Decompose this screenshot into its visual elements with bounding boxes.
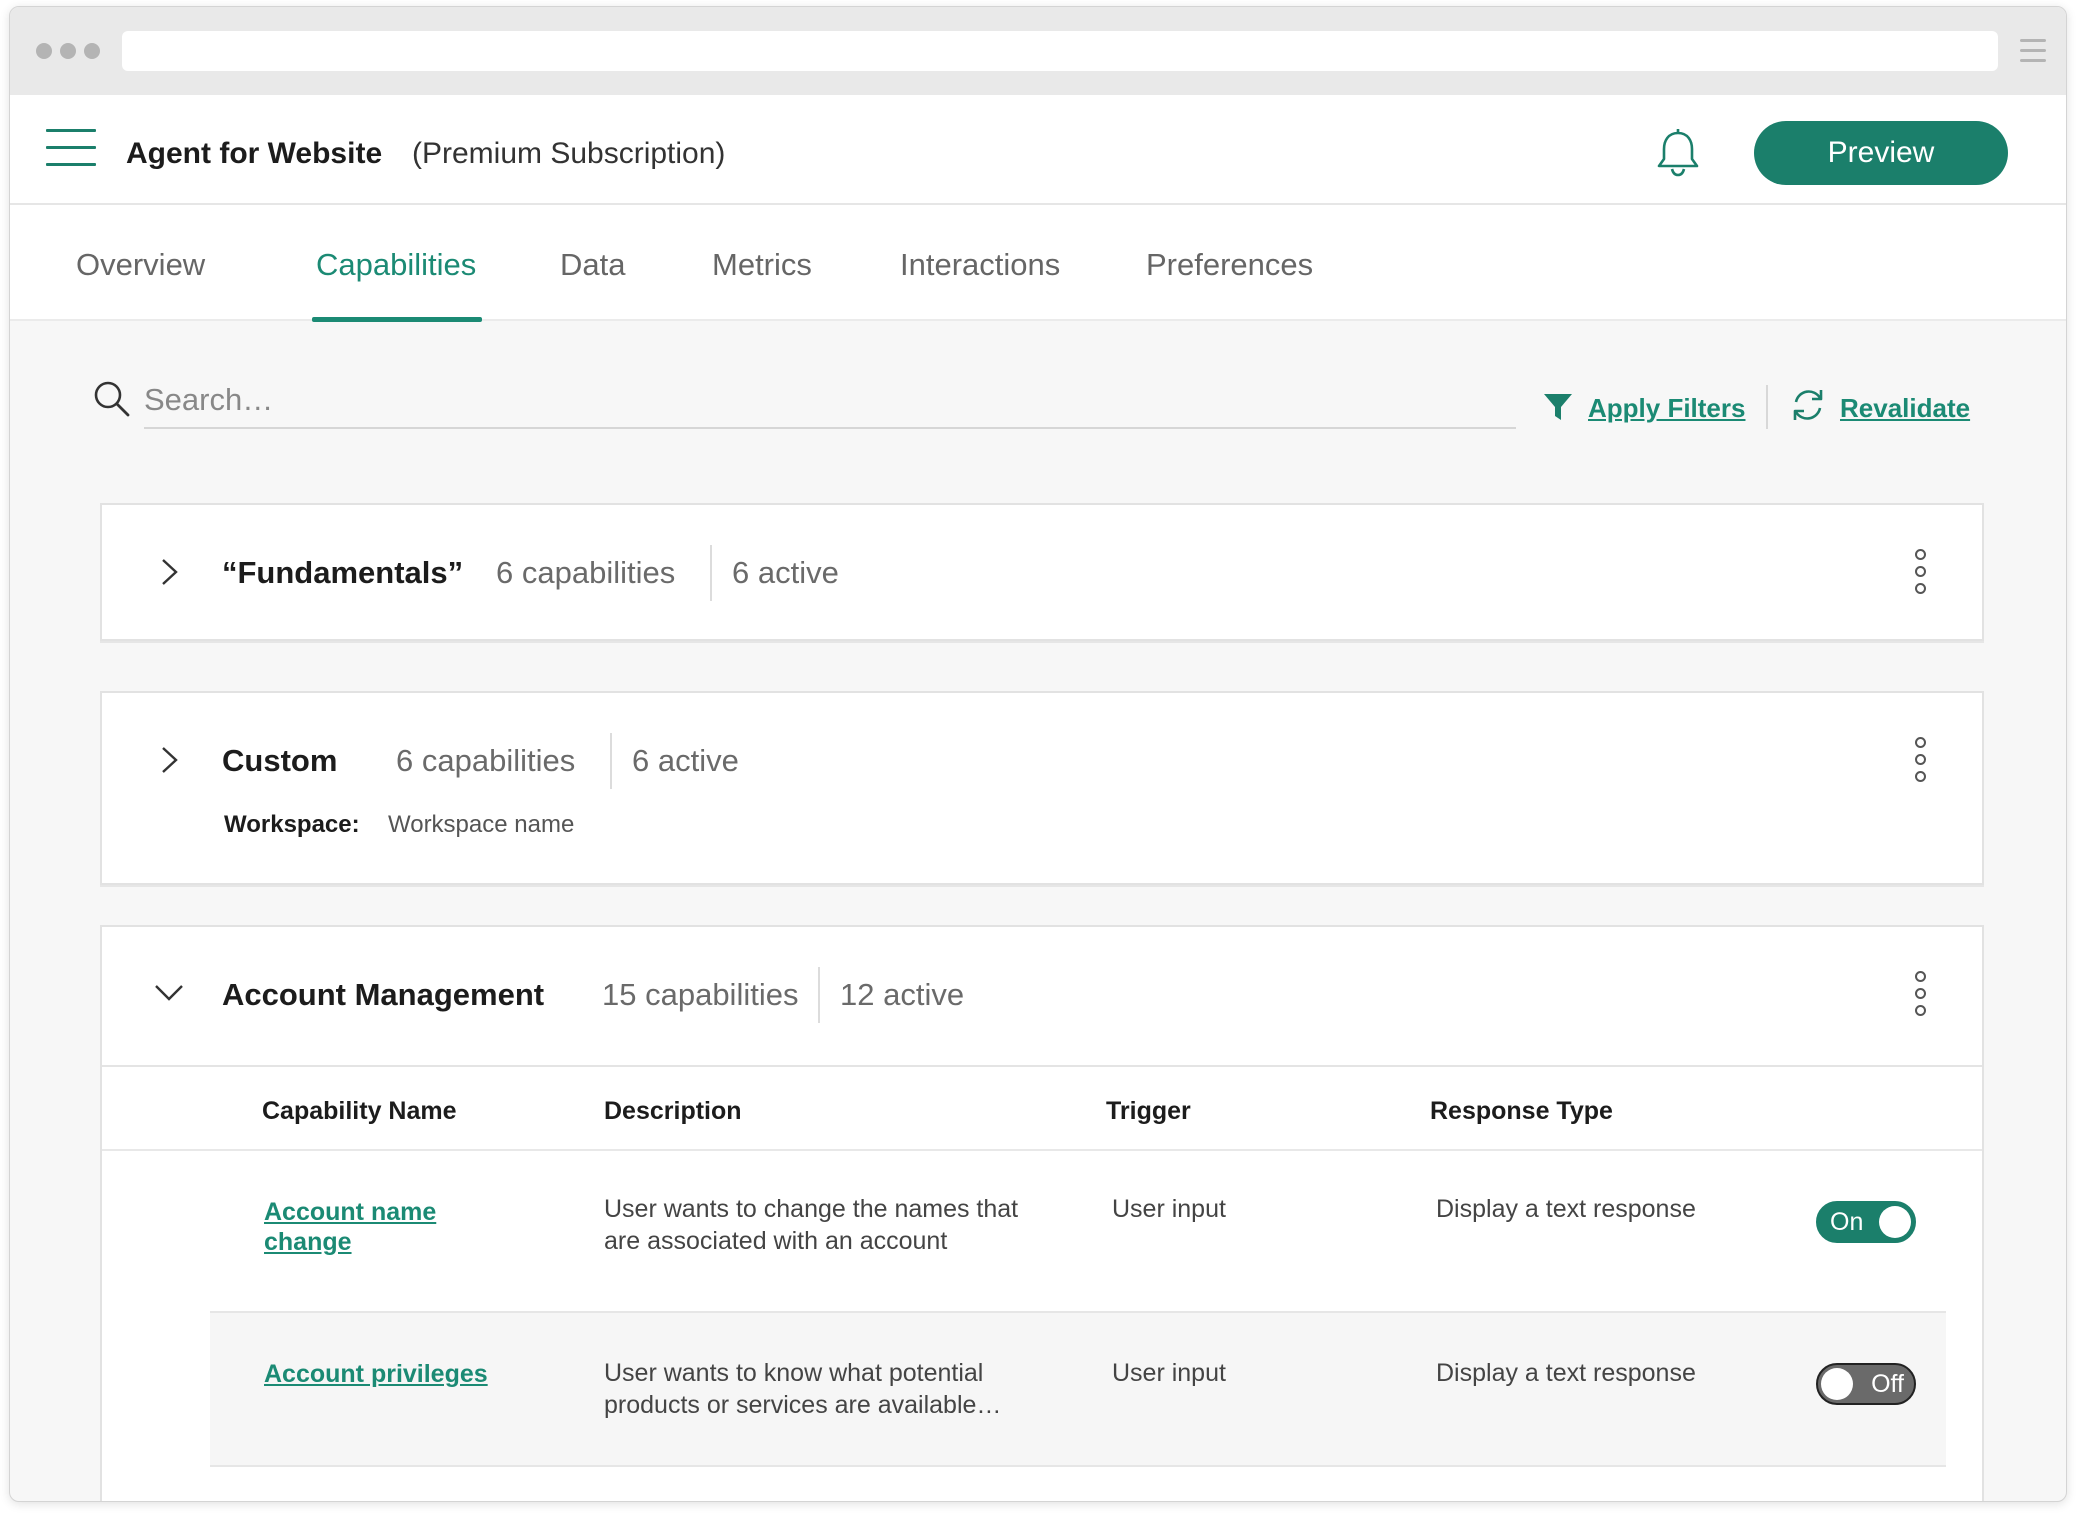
toggle-label: Off — [1871, 1370, 1904, 1398]
filter-icon[interactable] — [1542, 391, 1574, 423]
divider — [710, 545, 712, 601]
app-subtitle: (Premium Subscription) — [412, 137, 726, 170]
table-row: Account name change User wants to change… — [210, 1153, 1946, 1309]
tab-capabilities[interactable]: Capabilities — [316, 247, 476, 283]
tab-overview[interactable]: Overview — [76, 247, 205, 283]
tab-preferences[interactable]: Preferences — [1146, 247, 1313, 283]
group-active-count: 6 active — [632, 743, 739, 778]
group-capability-count: 6 capabilities — [496, 555, 676, 590]
chevron-down-icon[interactable] — [154, 977, 184, 1007]
capability-toggle[interactable]: Off — [1816, 1363, 1916, 1405]
browser-chrome — [10, 7, 2066, 95]
divider — [818, 967, 820, 1023]
capability-trigger: User input — [1112, 1359, 1226, 1387]
refresh-icon[interactable] — [1788, 385, 1828, 425]
address-bar[interactable] — [122, 31, 1998, 71]
browser-menu-icon[interactable] — [2020, 39, 2046, 69]
group-capability-count: 6 capabilities — [396, 743, 576, 778]
preview-button[interactable]: Preview — [1754, 121, 2008, 185]
window-dot[interactable] — [36, 43, 52, 59]
kebab-icon[interactable] — [1912, 971, 1928, 1027]
column-header-response-type[interactable]: Response Type — [1430, 1097, 1613, 1126]
workspace-label: Workspace: — [224, 811, 360, 838]
group-card-fundamentals: “Fundamentals” 6 capabilities 6 active — [100, 503, 1984, 641]
table-row: Account privileges User wants to know wh… — [210, 1311, 1946, 1467]
tab-interactions[interactable]: Interactions — [900, 247, 1060, 283]
toolbar-divider — [1766, 385, 1768, 429]
toggle-label: On — [1830, 1208, 1864, 1236]
active-tab-indicator — [312, 317, 482, 322]
kebab-icon[interactable] — [1912, 549, 1928, 605]
search-input[interactable] — [144, 373, 1516, 429]
tab-bar: Overview Capabilities Data Metrics Inter… — [10, 205, 2066, 322]
column-header-description[interactable]: Description — [604, 1097, 742, 1126]
capability-name-link[interactable]: Account name change — [264, 1197, 494, 1257]
group-title[interactable]: Account Management — [222, 977, 544, 1013]
app-title: Agent for Website — [126, 137, 383, 170]
capability-description: User wants to change the names that are … — [604, 1195, 1019, 1255]
hamburger-icon[interactable] — [46, 129, 96, 180]
apply-filters-link[interactable]: Apply Filters — [1588, 393, 1745, 424]
column-header-trigger[interactable]: Trigger — [1106, 1097, 1191, 1126]
app-header: Agent for Website (Premium Subscription)… — [10, 95, 2066, 205]
kebab-icon[interactable] — [1912, 737, 1928, 793]
group-active-count: 6 active — [732, 555, 839, 590]
column-header-name[interactable]: Capability Name — [262, 1097, 457, 1126]
capability-response-type: Display a text response — [1436, 1195, 1696, 1223]
toggle-knob — [1821, 1368, 1853, 1400]
group-capability-count: 15 capabilities — [602, 977, 799, 1012]
window-dot[interactable] — [60, 43, 76, 59]
bell-icon[interactable] — [1650, 125, 1706, 181]
revalidate-link[interactable]: Revalidate — [1840, 393, 1970, 424]
group-card-custom: Custom 6 capabilities 6 active Workspace… — [100, 691, 1984, 885]
window-controls — [36, 43, 100, 59]
toggle-knob — [1879, 1206, 1911, 1238]
chevron-right-icon[interactable] — [154, 557, 184, 587]
capability-name-link[interactable]: Account privileges — [264, 1359, 564, 1389]
workspace-value: Workspace name — [388, 811, 575, 838]
tab-data[interactable]: Data — [560, 247, 625, 283]
group-title[interactable]: Custom — [222, 743, 337, 779]
capability-toggle[interactable]: On — [1816, 1201, 1916, 1243]
capability-response-type: Display a text response — [1436, 1359, 1696, 1387]
chevron-right-icon[interactable] — [154, 745, 184, 775]
divider — [610, 733, 612, 789]
capability-trigger: User input — [1112, 1195, 1226, 1223]
group-card-account-management: Account Management 15 capabilities 12 ac… — [100, 925, 1984, 1501]
group-title[interactable]: “Fundamentals” — [222, 555, 463, 591]
browser-window: Agent for Website (Premium Subscription)… — [9, 6, 2067, 1502]
window-dot[interactable] — [84, 43, 100, 59]
search-icon — [94, 381, 130, 417]
group-active-count: 12 active — [840, 977, 965, 1012]
capability-description: User wants to know what potential produc… — [604, 1359, 1002, 1419]
tab-metrics[interactable]: Metrics — [712, 247, 812, 283]
table-header: Capability Name Description Trigger Resp… — [102, 1065, 1982, 1151]
